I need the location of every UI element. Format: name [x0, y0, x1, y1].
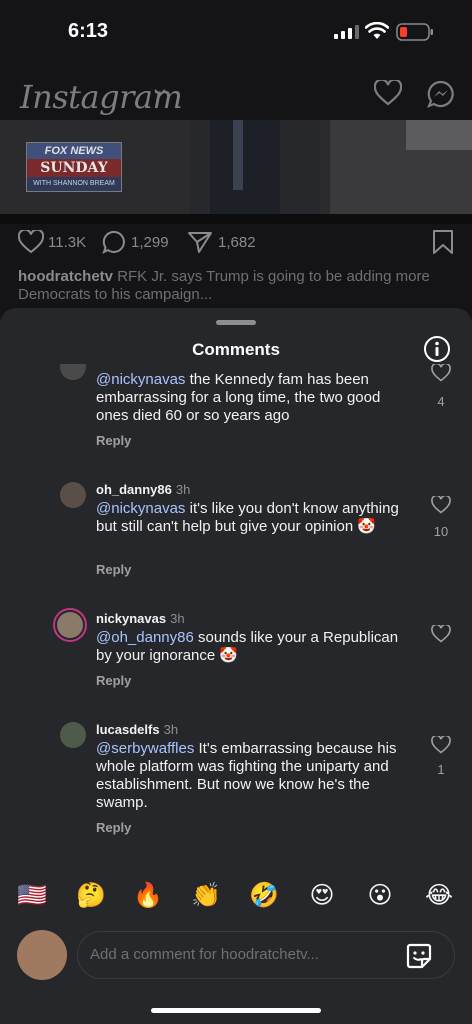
comment-like-count: 1: [437, 762, 445, 777]
comment-like-heart-icon[interactable]: [431, 364, 451, 382]
status-time: 6:13: [68, 20, 109, 42]
comment-input-placeholder: Add a comment for hoodratchetv...: [90, 946, 320, 963]
comment-like-count: 10: [433, 524, 449, 539]
comment-input[interactable]: Add a comment for hoodratchetv...: [77, 931, 455, 979]
messenger-icon[interactable]: [427, 80, 455, 108]
emoji-fire[interactable]: 🔥: [132, 880, 164, 912]
comment-text: @serbywaffles It's embarrassing because …: [96, 740, 397, 811]
wifi-icon: [365, 22, 389, 39]
comment-count: 1,299: [131, 234, 169, 251]
comment-like-heart-icon[interactable]: [431, 625, 451, 643]
cellular-signal-icon: [334, 25, 359, 39]
comment-text: @oh_danny86 sounds like your a Republica…: [96, 629, 399, 664]
comment-username[interactable]: lucasdelfs 3h: [96, 722, 178, 737]
reply-button[interactable]: Reply: [96, 673, 131, 688]
caption-username[interactable]: hoodratchetv: [18, 268, 113, 285]
mention-link[interactable]: @serbywaffles: [96, 740, 194, 757]
comment-text: @nickynavas it's like you don't know any…: [96, 500, 399, 535]
mention-link[interactable]: @nickynavas: [96, 371, 185, 388]
notifications-heart-icon[interactable]: [374, 80, 402, 106]
sticker-icon[interactable]: [405, 942, 433, 970]
sheet-grabber[interactable]: [216, 320, 256, 325]
emoji-tears-of-joy[interactable]: 😂: [423, 880, 455, 912]
comments-sheet: Comments @nickynavas the Kennedy fam has…: [0, 308, 472, 1024]
reply-button[interactable]: Reply: [96, 562, 131, 577]
emoji-rofl[interactable]: 🤣: [248, 880, 280, 912]
emoji-thinking[interactable]: 🤔: [75, 880, 107, 912]
post-caption: hoodratchetv RFK Jr. says Trump is going…: [18, 268, 458, 304]
emoji-clapping[interactable]: 👏: [190, 880, 222, 912]
comment-like-heart-icon[interactable]: [431, 736, 451, 754]
comment-time: 3h: [170, 611, 185, 626]
emoji-heart-eyes[interactable]: 😍: [306, 880, 338, 912]
chevron-down-icon[interactable]: [153, 88, 167, 98]
emoji-surprised[interactable]: 😮: [364, 880, 396, 912]
avatar-with-story-ring[interactable]: [53, 608, 87, 642]
avatar[interactable]: [60, 482, 86, 508]
sheet-title: Comments: [192, 340, 280, 359]
share-send-icon[interactable]: [187, 230, 213, 254]
reply-button[interactable]: Reply: [96, 820, 131, 835]
mention-link[interactable]: @oh_danny86: [96, 629, 194, 646]
share-count: 1,682: [218, 234, 256, 251]
battery-icon: [396, 23, 433, 41]
avatar[interactable]: [60, 364, 86, 380]
like-count: 11.3K: [48, 234, 87, 251]
comment-like-heart-icon[interactable]: [431, 496, 451, 514]
reply-button[interactable]: Reply: [96, 433, 131, 448]
feed-background: Instagram FOX NEWS SUNDAY WITH SHANNON B…: [0, 64, 472, 324]
comment-text: @nickynavas the Kennedy fam has been emb…: [96, 371, 381, 424]
emoji-us-flag[interactable]: 🇺🇸: [16, 880, 48, 912]
emoji-quick-bar: 🇺🇸 🤔 🔥 👏 🤣 😍 😮 😂: [0, 880, 472, 912]
comment-username[interactable]: nickynavas 3h: [96, 611, 185, 626]
avatar[interactable]: [60, 722, 86, 748]
save-bookmark-icon[interactable]: [432, 230, 454, 254]
comment-composer: Add a comment for hoodratchetv...: [0, 928, 472, 984]
like-heart-icon[interactable]: [18, 230, 44, 254]
post-actions: 11.3K 1,299 1,682: [0, 230, 472, 254]
comment-time: 3h: [175, 482, 191, 497]
comment-icon[interactable]: [102, 230, 128, 254]
home-indicator[interactable]: [151, 1008, 321, 1013]
comment-time: 3h: [163, 722, 179, 737]
status-bar: 6:13: [0, 0, 472, 64]
post-video[interactable]: FOX NEWS SUNDAY WITH SHANNON BREAM: [0, 120, 472, 214]
fox-news-sunday-banner: FOX NEWS SUNDAY WITH SHANNON BREAM: [26, 142, 122, 192]
comment-username[interactable]: oh_danny86 3h: [96, 482, 190, 497]
mention-link[interactable]: @nickynavas: [96, 500, 185, 517]
comments-list[interactable]: @nickynavas the Kennedy fam has been emb…: [0, 364, 472, 864]
info-icon[interactable]: [423, 335, 451, 363]
comment-like-count: 4: [437, 394, 445, 409]
my-avatar: [17, 930, 67, 980]
